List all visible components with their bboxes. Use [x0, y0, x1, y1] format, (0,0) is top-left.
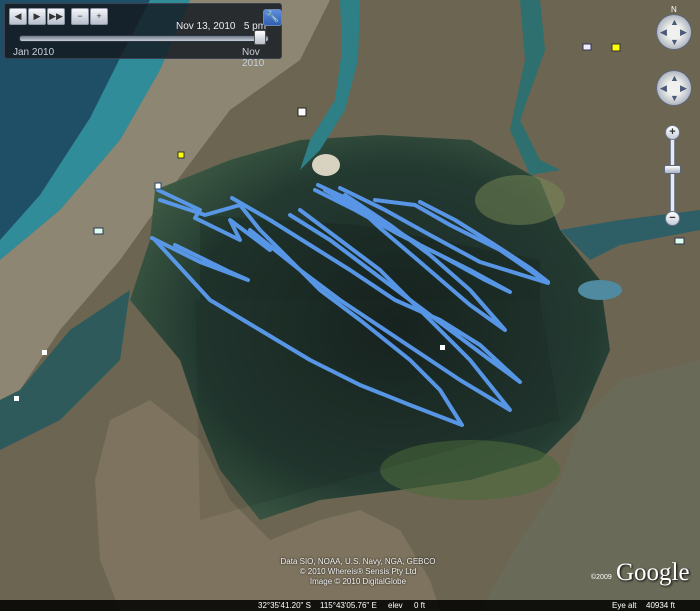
shoal — [475, 175, 565, 225]
pan-up-icon[interactable]: ▲ — [670, 74, 679, 83]
pan-down-icon[interactable]: ▼ — [670, 94, 679, 103]
placemark-icon[interactable] — [93, 227, 104, 235]
attribution-line: © 2010 Whereis® Sensis Pty Ltd — [299, 567, 417, 576]
current-date: Nov 13, 2010 — [176, 21, 236, 32]
zoom-in-button[interactable]: + — [665, 125, 680, 140]
placemark-icon[interactable] — [177, 151, 185, 159]
eye-alt-value: 40934 ft — [646, 601, 675, 610]
start-date-label: Jan 2010 — [13, 47, 55, 58]
forward-icon[interactable]: ▶▶ — [47, 8, 65, 25]
zoom-out-button[interactable]: − — [665, 211, 680, 226]
placemark-icon[interactable] — [154, 182, 162, 190]
chevron-left-icon[interactable]: ◀ — [660, 28, 667, 37]
google-logo: Google — [616, 559, 690, 586]
zoom-slider: + − — [663, 125, 681, 226]
pan-left-icon[interactable]: ◀ — [660, 84, 667, 93]
satellite-map[interactable] — [0, 0, 700, 611]
placemark-icon[interactable] — [42, 350, 47, 355]
chevron-down-icon[interactable]: ▼ — [670, 38, 679, 47]
longitude-readout: 115°43'05.76" E — [320, 601, 377, 610]
rewind-icon[interactable]: ◀ — [9, 8, 27, 25]
end-date-label: Nov 2010 — [242, 47, 265, 69]
placemark-icon[interactable] — [674, 237, 685, 245]
placemark-icon[interactable] — [440, 345, 445, 350]
compass-icon[interactable]: N ▲ ▼ ◀ ▶ — [656, 5, 692, 50]
zoom-out-icon[interactable]: − — [71, 8, 89, 25]
chevron-up-icon[interactable]: ▲ — [670, 18, 679, 27]
pan-control-icon[interactable]: ▲ ▼ ◀ ▶ — [656, 70, 692, 106]
time-slider-panel: ◀ ▶ ▶▶ − + Nov 13, 2010 5 pm Jan 2010 No… — [4, 3, 282, 69]
eye-alt-label: Eye alt — [612, 601, 637, 610]
zoom-in-icon[interactable]: + — [90, 8, 108, 25]
time-slider-handle[interactable] — [254, 30, 267, 45]
time-track[interactable] — [19, 35, 269, 42]
chevron-right-icon[interactable]: ▶ — [680, 28, 687, 37]
placemark-icon[interactable] — [14, 396, 19, 401]
compass-north-label: N — [671, 5, 677, 14]
attribution-line: Data SIO, NOAA, U.S. Navy, NGA, GEBCO — [280, 557, 436, 566]
zoom-track[interactable] — [670, 139, 675, 213]
elevation-value: 0 ft — [414, 601, 426, 610]
elevation-label: elev — [388, 601, 403, 610]
placemark-icon[interactable] — [582, 43, 592, 51]
placemark-icon[interactable] — [297, 107, 307, 117]
play-icon[interactable]: ▶ — [28, 8, 46, 25]
latitude-readout: 32°35'41.20" S — [258, 601, 311, 610]
placemark-icon[interactable] — [611, 43, 621, 52]
current-date-label: Nov 13, 2010 5 pm — [176, 21, 266, 32]
wrench-icon[interactable]: 🔧 — [263, 9, 282, 26]
copyright-year: ©2009 — [591, 574, 612, 581]
island — [312, 154, 340, 176]
attribution: Data SIO, NOAA, U.S. Navy, NGA, GEBCO © … — [268, 557, 448, 587]
attribution-line: Image © 2010 DigitalGlobe — [309, 577, 407, 586]
pan-right-icon[interactable]: ▶ — [680, 84, 687, 93]
lagoon — [578, 280, 622, 300]
zoom-thumb[interactable] — [664, 165, 681, 174]
status-bar: 32°35'41.20" S 115°43'05.76" E elev 0 ft… — [0, 600, 700, 611]
